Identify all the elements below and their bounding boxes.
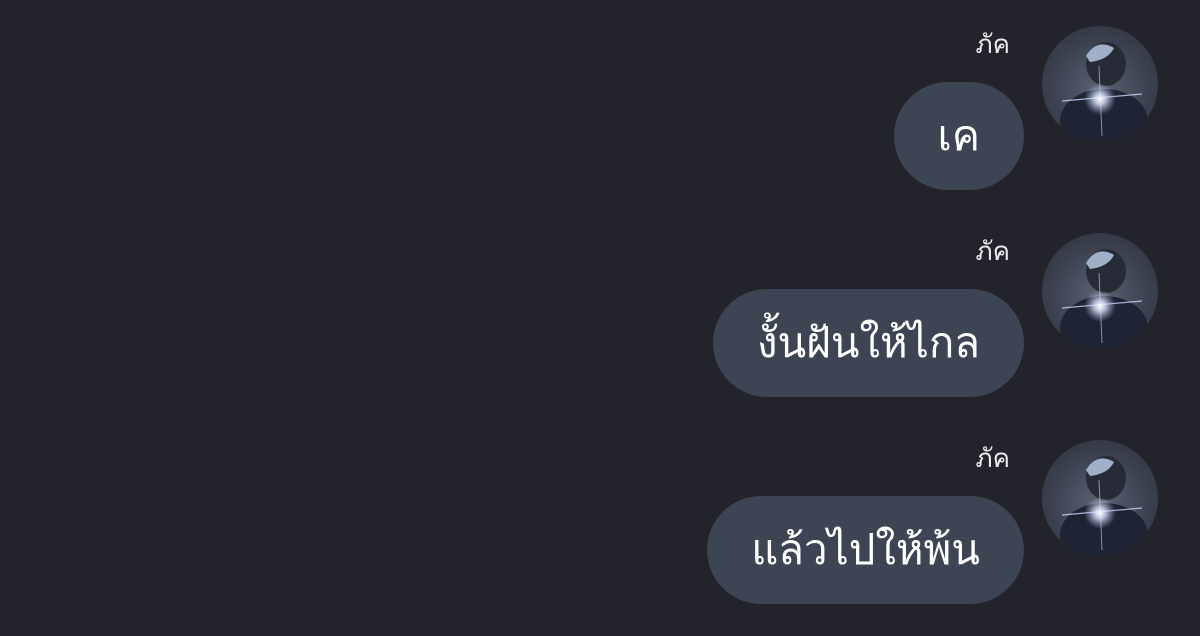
message-row: ภัค แล้วไปให้พ้น xyxy=(0,414,1200,621)
chat-thread: ภัค เค ภัค งั้นฝันให้ไกล ภัค แล้วไปให้พ้… xyxy=(0,0,1200,636)
message-row: ภัค เค xyxy=(0,0,1200,207)
avatar[interactable] xyxy=(1042,26,1158,142)
avatar[interactable] xyxy=(1042,233,1158,349)
message-bubble[interactable]: เค xyxy=(893,82,1024,190)
sender-name: ภัค xyxy=(975,30,1010,60)
message-row: ภัค งั้นฝันให้ไกล xyxy=(0,207,1200,414)
message-bubble[interactable]: งั้นฝันให้ไกล xyxy=(712,289,1024,397)
sender-name: ภัค xyxy=(975,444,1010,474)
message-bubble[interactable]: แล้วไปให้พ้น xyxy=(707,496,1024,604)
sender-name: ภัค xyxy=(975,237,1010,267)
avatar[interactable] xyxy=(1042,440,1158,556)
